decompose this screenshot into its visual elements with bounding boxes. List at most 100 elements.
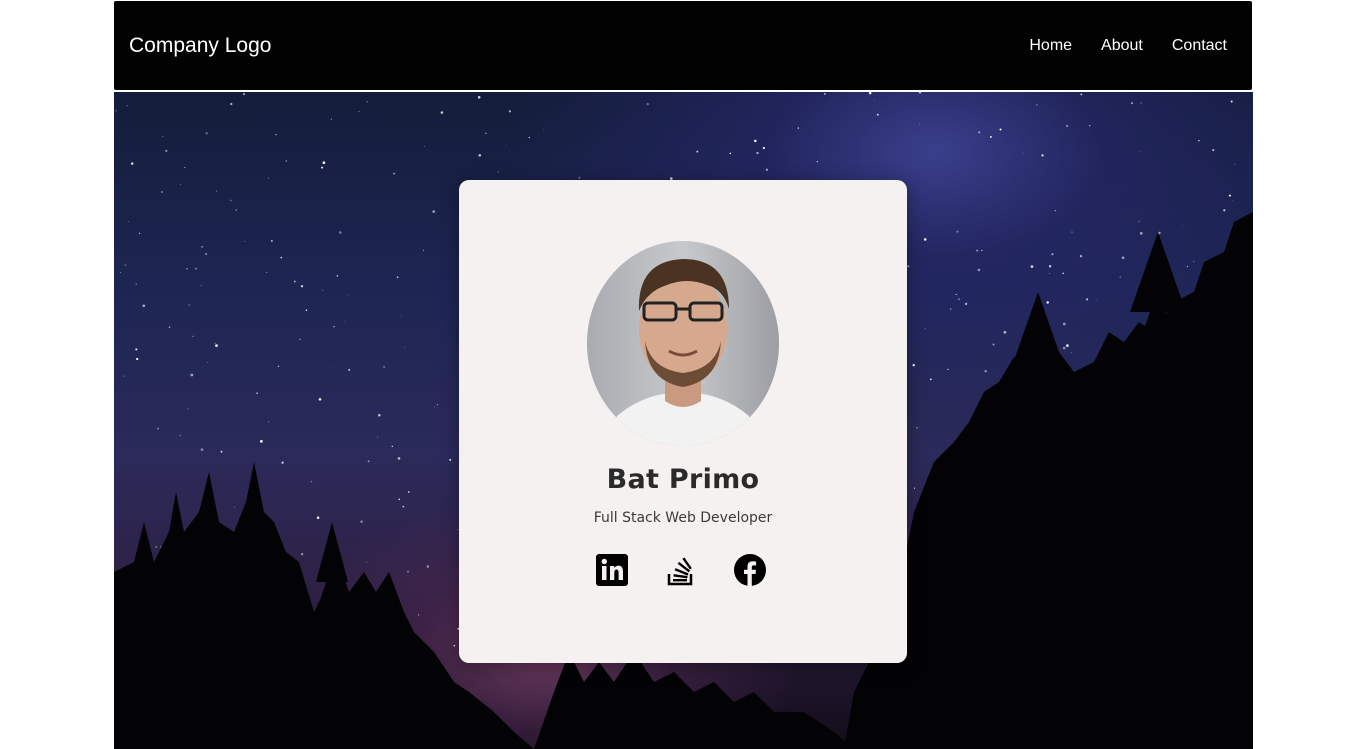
star: [242, 92, 246, 96]
star: [1049, 272, 1051, 275]
page: Company Logo Home About Contact Bat Prim…: [0, 0, 1366, 749]
star: [876, 113, 879, 116]
star: [1066, 344, 1069, 347]
star: [280, 256, 283, 259]
star: [426, 565, 430, 568]
star: [300, 285, 304, 288]
nav-link-about[interactable]: About: [1101, 37, 1143, 55]
star: [330, 118, 332, 120]
star: [406, 570, 410, 573]
star: [1186, 265, 1188, 267]
star: [424, 146, 425, 147]
star: [753, 139, 757, 143]
star: [126, 105, 128, 107]
star: [285, 160, 288, 162]
star: [873, 100, 875, 101]
linkedin-icon[interactable]: [595, 553, 629, 587]
star: [220, 450, 223, 453]
star: [1071, 231, 1073, 233]
star: [347, 294, 349, 296]
star: [929, 378, 932, 381]
star: [729, 152, 732, 155]
star: [956, 230, 959, 233]
star: [1138, 220, 1140, 222]
star: [964, 302, 968, 306]
star: [1234, 163, 1236, 165]
star: [756, 151, 759, 155]
social-links: [595, 553, 767, 587]
star: [160, 546, 162, 548]
star: [299, 338, 301, 340]
star: [1198, 140, 1200, 142]
star: [916, 427, 918, 429]
star: [976, 249, 979, 252]
star: [542, 129, 544, 131]
star: [417, 614, 420, 616]
star: [142, 304, 146, 308]
star: [1051, 253, 1054, 256]
star: [1223, 209, 1226, 212]
star: [393, 172, 396, 175]
star: [200, 285, 202, 286]
stackoverflow-icon[interactable]: [664, 553, 698, 587]
star: [440, 111, 444, 114]
star: [1062, 322, 1066, 326]
star: [336, 275, 339, 277]
star: [256, 392, 258, 394]
star: [1048, 265, 1052, 268]
star: [797, 127, 800, 129]
star: [348, 368, 351, 371]
facebook-icon[interactable]: [733, 553, 767, 587]
star: [423, 249, 425, 251]
star: [162, 135, 164, 138]
nav-link-home[interactable]: Home: [1029, 37, 1072, 55]
star: [1228, 194, 1231, 197]
star: [646, 102, 649, 106]
star: [192, 335, 194, 337]
star: [233, 506, 235, 508]
star: [396, 276, 399, 279]
star: [1230, 100, 1233, 103]
star: [1088, 124, 1091, 127]
star: [1079, 254, 1083, 258]
star: [244, 240, 246, 242]
star: [1140, 150, 1142, 152]
nav-links: Home About Contact: [1029, 37, 1227, 55]
star: [453, 644, 456, 647]
star: [201, 246, 203, 248]
star: [449, 458, 452, 461]
profile-avatar: [587, 241, 779, 446]
star: [477, 96, 481, 99]
star: [190, 373, 194, 377]
star: [578, 176, 581, 179]
nav-link-contact[interactable]: Contact: [1172, 37, 1227, 55]
star: [1139, 232, 1143, 235]
star: [1003, 330, 1007, 334]
star: [1041, 154, 1044, 157]
star: [485, 132, 487, 135]
star: [322, 161, 326, 165]
star: [816, 160, 818, 163]
profile-card: Bat Primo Full Stack Web Developer: [459, 180, 907, 663]
star: [187, 408, 189, 410]
star: [281, 461, 284, 464]
company-logo[interactable]: Company Logo: [129, 34, 271, 58]
star: [235, 209, 237, 211]
star: [215, 344, 218, 347]
star: [123, 375, 125, 377]
star: [923, 238, 927, 241]
star: [266, 271, 268, 273]
star: [950, 308, 952, 310]
star: [277, 365, 280, 367]
star: [1130, 102, 1134, 105]
star: [300, 552, 304, 556]
star: [999, 128, 1002, 131]
star: [214, 342, 216, 344]
star: [433, 406, 435, 408]
star: [1046, 301, 1049, 304]
star: [135, 283, 137, 285]
star: [360, 520, 363, 523]
star: [1232, 200, 1233, 201]
star: [989, 135, 992, 138]
star: [344, 321, 346, 323]
